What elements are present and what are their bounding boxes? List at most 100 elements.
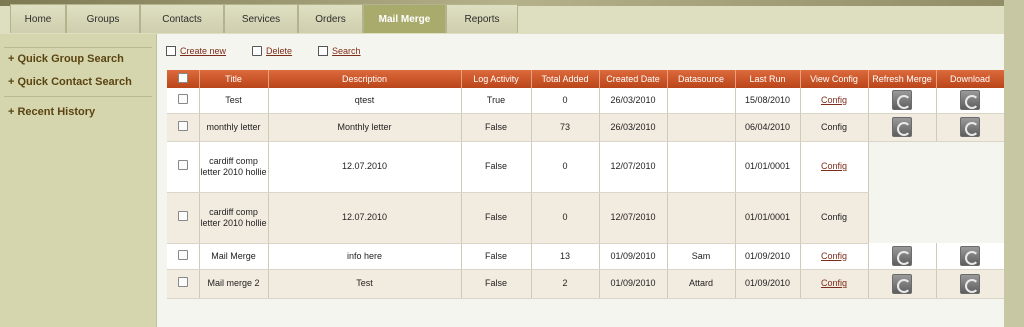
tab-reports[interactable]: Reports	[446, 4, 518, 33]
config-link[interactable]: Config	[821, 278, 847, 288]
download-icon[interactable]	[960, 90, 980, 111]
description-cell: qtest	[268, 88, 462, 114]
title-cell: monthly letter	[199, 113, 269, 142]
search-link[interactable]: Search	[332, 46, 361, 56]
sidebar-item-quick-group-search[interactable]: + Quick Group Search	[0, 48, 156, 70]
column-header[interactable]: Log Activity	[461, 70, 532, 88]
tab-services[interactable]: Services	[224, 4, 298, 33]
total-added-cell: 0	[531, 192, 600, 244]
total-added-cell: 0	[531, 88, 600, 114]
config-text[interactable]: Config	[821, 122, 847, 132]
download-icon[interactable]	[960, 117, 980, 137]
empty-cell	[936, 141, 1004, 192]
download-icon[interactable]	[960, 245, 980, 266]
row-checkbox[interactable]	[177, 211, 188, 221]
table-row: Mail Merge info here False 13 01/09/2010…	[167, 243, 1005, 270]
created-date-cell: 12/07/2010	[599, 141, 668, 193]
tab-mail-merge[interactable]: Mail Merge	[363, 4, 446, 33]
datasource-cell: Sam	[667, 243, 736, 270]
log-activity-cell: False	[461, 269, 532, 299]
last-run-cell: 01/09/2010	[735, 269, 801, 299]
description-cell: 12.07.2010	[268, 141, 462, 193]
log-activity-cell: False	[461, 243, 532, 270]
config-link[interactable]: Config	[821, 251, 847, 261]
column-header[interactable]: Last Run	[735, 70, 801, 88]
column-header: View Config	[800, 70, 869, 88]
sidebar: + Quick Group Search + Quick Contact Sea…	[0, 34, 157, 327]
empty-cell	[936, 192, 1004, 243]
log-activity-cell: False	[461, 113, 532, 142]
description-cell: Test	[268, 269, 462, 299]
trash-icon	[252, 46, 263, 56]
delete-action[interactable]: Delete	[252, 46, 292, 56]
row-select-cell	[167, 243, 200, 270]
main-nav: Home Groups Contacts Services Orders Mai…	[10, 4, 518, 34]
created-date-cell: 12/07/2010	[599, 192, 668, 244]
sidebar-item-quick-contact-search[interactable]: + Quick Contact Search	[0, 71, 156, 93]
refresh-merge-cell	[868, 88, 937, 114]
column-header[interactable]: Datasource	[667, 70, 736, 88]
select-all-header	[167, 70, 200, 88]
row-checkbox[interactable]	[177, 120, 188, 131]
created-date-cell: 26/03/2010	[599, 113, 668, 142]
last-run-cell: 01/01/0001	[735, 192, 801, 244]
created-date-cell: 26/03/2010	[599, 88, 668, 114]
scrollbar-strip	[1004, 0, 1024, 327]
row-checkbox[interactable]	[177, 249, 188, 260]
datasource-cell	[667, 88, 736, 114]
row-select-cell	[167, 113, 200, 142]
description-cell: Monthly letter	[268, 113, 462, 142]
datasource-cell	[667, 113, 736, 142]
download-cell	[936, 113, 1005, 142]
title-cell: cardiff comp letter 2010 hollie	[199, 192, 269, 244]
column-header[interactable]: Title	[199, 70, 269, 88]
empty-cell	[868, 141, 936, 192]
view-config-cell: Config	[800, 243, 869, 270]
action-bar: Create new Delete Search	[166, 46, 387, 56]
config-text[interactable]: Config	[821, 212, 847, 222]
tab-contacts[interactable]: Contacts	[140, 4, 224, 33]
refresh-icon[interactable]	[892, 273, 912, 294]
row-checkbox[interactable]	[177, 93, 188, 104]
download-cell	[936, 269, 1005, 299]
row-select-cell	[167, 192, 200, 244]
column-header[interactable]: Created Date	[599, 70, 668, 88]
create-new-action[interactable]: Create new	[166, 46, 226, 56]
view-config-cell: Config	[800, 269, 869, 299]
tab-home[interactable]: Home	[10, 4, 66, 33]
row-checkbox[interactable]	[177, 277, 188, 287]
refresh-icon[interactable]	[892, 90, 912, 111]
title-cell: Test	[199, 88, 269, 114]
download-icon[interactable]	[960, 273, 980, 294]
column-header[interactable]: Total Added	[531, 70, 600, 88]
created-date-cell: 01/09/2010	[599, 243, 668, 270]
table-row: Test qtest True 0 26/03/2010 15/08/2010 …	[167, 88, 1005, 114]
row-select-cell	[167, 269, 200, 299]
column-header[interactable]: Description	[268, 70, 462, 88]
refresh-merge-cell	[868, 269, 937, 299]
search-action[interactable]: Search	[318, 46, 361, 56]
created-date-cell: 01/09/2010	[599, 269, 668, 299]
refresh-merge-cell	[868, 243, 937, 270]
refresh-icon[interactable]	[892, 117, 912, 137]
description-cell: 12.07.2010	[268, 192, 462, 244]
total-added-cell: 2	[531, 269, 600, 299]
refresh-icon[interactable]	[892, 245, 912, 266]
total-added-cell: 13	[531, 243, 600, 270]
row-select-cell	[167, 141, 200, 193]
column-header: Download	[936, 70, 1005, 88]
main-content: Create new Delete Search Title Descripti…	[157, 34, 1005, 327]
datasource-cell	[667, 192, 736, 244]
config-link[interactable]: Config	[821, 161, 847, 171]
view-config-cell: Config	[800, 113, 869, 142]
select-all-checkbox[interactable]	[177, 73, 188, 83]
sidebar-item-recent-history[interactable]: + Recent History	[0, 101, 156, 123]
tab-orders[interactable]: Orders	[298, 4, 363, 33]
download-cell	[936, 243, 1005, 270]
config-link[interactable]: Config	[821, 95, 847, 105]
create-new-link[interactable]: Create new	[180, 46, 226, 56]
delete-link[interactable]: Delete	[266, 46, 292, 56]
total-added-cell: 0	[531, 141, 600, 193]
row-checkbox[interactable]	[177, 160, 188, 170]
tab-groups[interactable]: Groups	[66, 4, 140, 33]
